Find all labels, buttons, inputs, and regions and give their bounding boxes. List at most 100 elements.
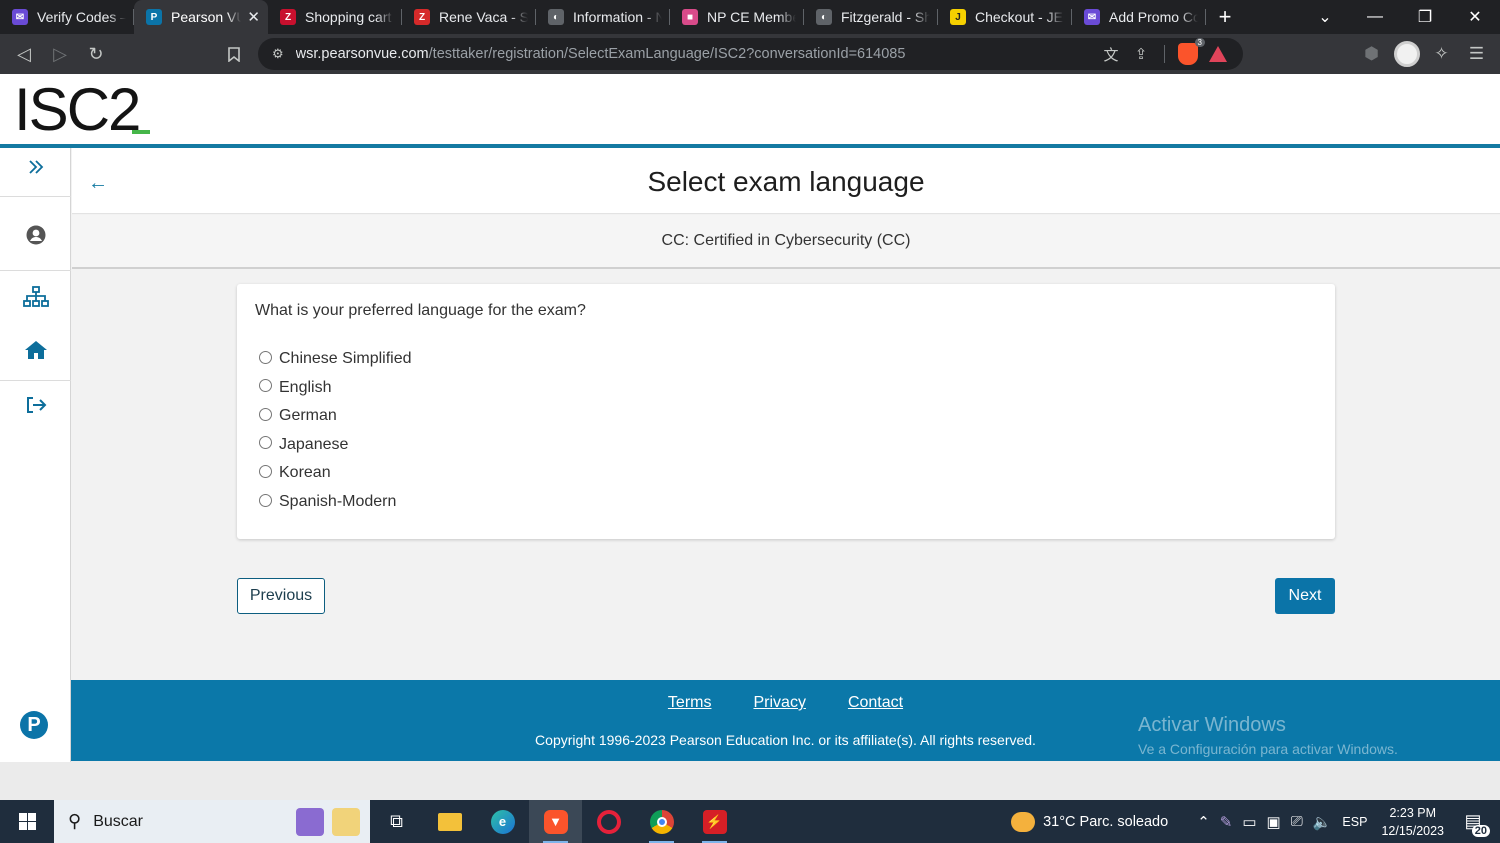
logo-accent	[132, 130, 150, 134]
browser-tab[interactable]: ✉ Verify Codes —	[0, 0, 134, 34]
edge-icon[interactable]: e	[476, 800, 529, 843]
close-tab-icon[interactable]: ✕	[247, 8, 260, 26]
clock-date: 12/15/2023	[1381, 823, 1444, 838]
system-tray: 31°C Parc. soleado ⌃ ✎ ▭ ▣ ⎚ 🔈 ESP 2:23 …	[1011, 800, 1500, 843]
bookmark-icon[interactable]	[216, 36, 252, 72]
extensions-icon[interactable]: ✧	[1424, 34, 1459, 74]
next-button[interactable]: Next	[1275, 578, 1335, 614]
new-tab-button[interactable]: +	[1206, 0, 1244, 34]
expand-sidebar-icon[interactable]	[0, 160, 71, 174]
windows-logo-icon	[18, 813, 36, 830]
close-window-icon[interactable]: ✕	[1450, 0, 1500, 34]
search-placeholder: Buscar	[93, 812, 143, 830]
browser-toolbar: ◁ ▷ ↻ ⚙ wsr.pearsonvue.com/testtaker/reg…	[0, 34, 1500, 74]
task-view-icon[interactable]: ⧉	[370, 800, 423, 843]
network-icon[interactable]: ▣	[1267, 813, 1281, 831]
browser-tab[interactable]: Z Rene Vaca - Spe	[402, 0, 536, 34]
browser-tab[interactable]: ◐ Information - N	[536, 0, 670, 34]
tab-favicon-icon: Z	[280, 9, 296, 25]
browser-tab[interactable]: ■ NP CE Members	[670, 0, 804, 34]
tab-favicon-icon: ◐	[548, 9, 564, 25]
language-option[interactable]: English	[259, 377, 331, 399]
brave-taskbar-icon[interactable]: ▼	[529, 800, 582, 843]
display-icon[interactable]: ⎚	[1291, 813, 1303, 830]
language-option[interactable]: Korean	[259, 462, 331, 484]
reload-icon[interactable]: ↻	[78, 36, 114, 72]
chrome-icon[interactable]	[635, 800, 688, 843]
language-option[interactable]: Spanish-Modern	[259, 491, 396, 513]
weather-icon[interactable]	[1011, 811, 1036, 832]
restore-icon[interactable]: ❐	[1400, 0, 1450, 34]
pearson-logo-icon[interactable]: P	[20, 711, 48, 739]
language-option[interactable]: German	[259, 405, 337, 427]
radio-button[interactable]	[259, 407, 272, 421]
browser-tab[interactable]: P Pearson VU ✕	[134, 0, 268, 34]
footer-links: Terms Privacy Contact	[71, 694, 1500, 712]
terms-link[interactable]: Terms	[668, 694, 712, 712]
search-highlight-art	[296, 807, 360, 836]
tab-favicon-icon: ✉	[1084, 9, 1100, 25]
logout-icon[interactable]	[0, 396, 71, 414]
back-icon[interactable]: ◁	[6, 36, 42, 72]
language-option-label: English	[279, 378, 332, 396]
previous-button[interactable]: Previous	[237, 578, 325, 614]
minimize-icon[interactable]: —	[1350, 0, 1400, 34]
browser-tab[interactable]: Z Shopping cart |	[268, 0, 402, 34]
file-explorer-icon[interactable]	[423, 800, 476, 843]
question-text: What is your preferred language for the …	[255, 302, 586, 319]
language-option-label: Japanese	[279, 435, 349, 453]
radio-button[interactable]	[259, 493, 272, 507]
tab-search-icon[interactable]: ⌄	[1300, 0, 1350, 34]
forward-icon[interactable]: ▷	[42, 36, 78, 72]
tab-favicon-icon: J	[950, 9, 966, 25]
browser-tab[interactable]: ◐ Fitzgerald - Sho	[804, 0, 938, 34]
opera-icon[interactable]	[582, 800, 635, 843]
radio-button[interactable]	[259, 379, 272, 393]
home-icon[interactable]	[0, 340, 71, 360]
chevron-up-icon[interactable]: ⌃	[1197, 813, 1210, 831]
profile-icon[interactable]	[1389, 34, 1424, 74]
search-icon: ⚲	[68, 811, 82, 831]
address-bar[interactable]: ⚙ wsr.pearsonvue.com/testtaker/registrat…	[258, 38, 1243, 70]
contact-link[interactable]: Contact	[848, 694, 903, 712]
brave-badge: 3	[1194, 38, 1205, 47]
language-indicator[interactable]: ESP	[1342, 815, 1367, 829]
site-info-icon[interactable]: ⚙	[272, 46, 284, 62]
wallet-icon[interactable]: ⬢	[1354, 34, 1389, 74]
language-option[interactable]: Chinese Simplified	[259, 348, 412, 370]
language-option[interactable]: Japanese	[259, 434, 348, 456]
tab-favicon-icon: ■	[682, 9, 698, 25]
notification-icon[interactable]: ▤ 20	[1458, 807, 1490, 837]
isc2-logo[interactable]: ISC2	[14, 80, 141, 140]
url-text[interactable]: wsr.pearsonvue.com/testtaker/registratio…	[296, 46, 1096, 62]
browser-tab-bar: ✉ Verify Codes — P Pearson VU ✕ Z Shopping ca…	[0, 0, 1500, 34]
privacy-link[interactable]: Privacy	[753, 694, 805, 712]
share-icon[interactable]: ⇪	[1126, 39, 1156, 69]
radio-button[interactable]	[259, 436, 272, 450]
sidebar-divider	[0, 380, 71, 381]
menu-icon[interactable]: ☰	[1459, 34, 1494, 74]
pen-icon[interactable]: ✎	[1220, 813, 1233, 831]
tab-strip: ✉ Verify Codes — P Pearson VU ✕ Z Shopping ca…	[0, 0, 1206, 34]
weather-text[interactable]: 31°C Parc. soleado	[1043, 814, 1168, 830]
flash-app-icon[interactable]: ⚡	[688, 800, 741, 843]
radio-button[interactable]	[259, 350, 272, 364]
user-profile-icon[interactable]	[0, 225, 71, 245]
brave-shields-icon[interactable]: 3	[1173, 38, 1205, 69]
sitemap-icon[interactable]	[0, 286, 71, 308]
watermark-title: Activar Windows	[1138, 714, 1286, 736]
browser-tab[interactable]: ✉ Add Promo Coc	[1072, 0, 1206, 34]
tab-favicon-icon: ◐	[816, 9, 832, 25]
brave-rewards-icon[interactable]	[1203, 39, 1233, 69]
radio-button[interactable]	[259, 464, 272, 478]
volume-icon[interactable]: 🔈	[1313, 813, 1332, 831]
browser-tab[interactable]: J Checkout - JEGS	[938, 0, 1072, 34]
meet-icon[interactable]: ▭	[1242, 813, 1256, 831]
sidebar-divider	[0, 196, 71, 197]
start-button[interactable]	[0, 800, 54, 843]
taskbar-search[interactable]: ⚲ Buscar	[54, 800, 370, 843]
language-option-label: Spanish-Modern	[279, 493, 397, 510]
clock[interactable]: 2:23 PM 12/15/2023	[1381, 804, 1444, 840]
translate-icon[interactable]: 文	[1096, 39, 1126, 69]
language-option-label: Korean	[279, 464, 331, 482]
